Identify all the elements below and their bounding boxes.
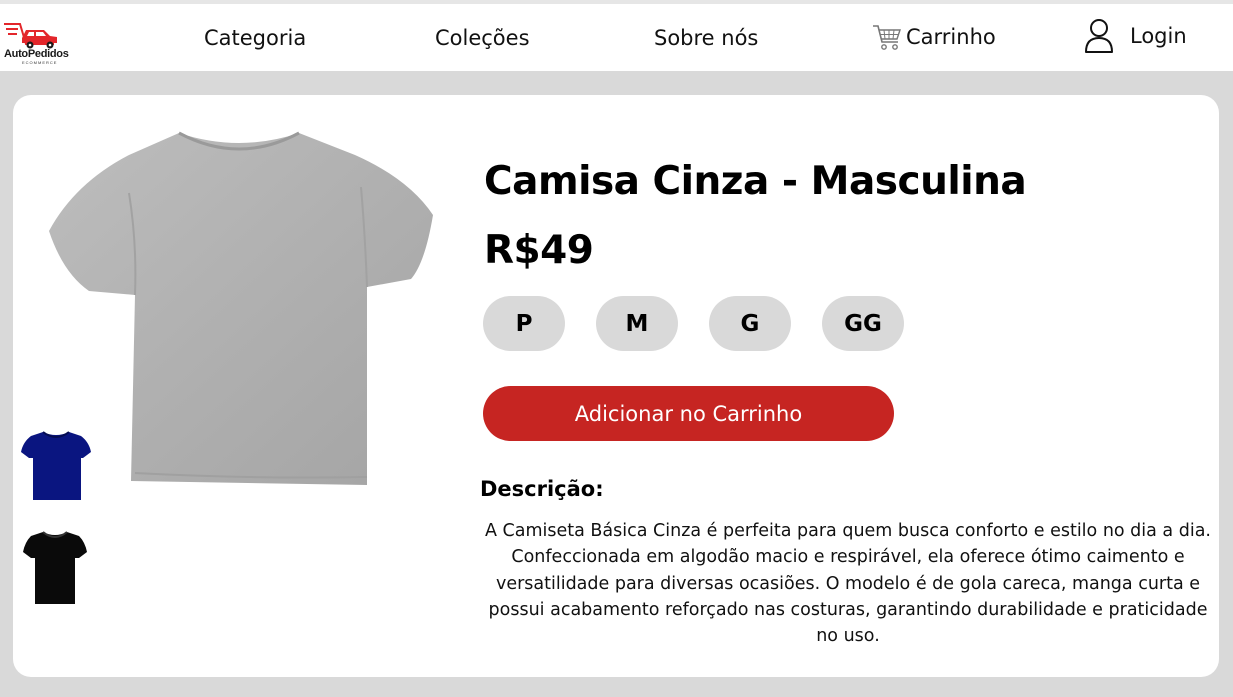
nav-sobre-link[interactable]: Sobre nós	[654, 26, 758, 50]
shopping-cart-icon	[873, 25, 901, 50]
black-tshirt-icon	[23, 531, 87, 604]
logo-tagline: ECOMMERCE	[22, 60, 58, 65]
size-gg-button[interactable]: GG	[822, 296, 904, 351]
nav-categoria-link[interactable]: Categoria	[204, 26, 306, 50]
add-to-cart-button[interactable]: Adicionar no Carrinho	[483, 386, 894, 441]
thumbnail-blue-tshirt[interactable]	[21, 428, 91, 504]
thumbnail-black-tshirt[interactable]	[23, 530, 93, 606]
nav-colecoes-link[interactable]: Coleções	[435, 26, 530, 50]
product-price: R$49	[484, 228, 594, 273]
nav-login-link[interactable]: Login	[1083, 18, 1187, 54]
product-title: Camisa Cinza - Masculina	[484, 159, 1027, 204]
user-icon	[1085, 19, 1113, 53]
gray-tshirt-icon	[49, 131, 433, 485]
size-g-button[interactable]: G	[709, 296, 791, 351]
description-text: A Camiseta Básica Cinza é perfeita para …	[485, 521, 1211, 647]
nav-login-label: Login	[1130, 24, 1187, 48]
logo-name: AutoPedidos	[4, 48, 69, 60]
nav-cart-link[interactable]: Carrinho	[872, 22, 996, 52]
description-heading: Descrição:	[480, 477, 604, 501]
size-p-button[interactable]: P	[483, 296, 565, 351]
size-m-button[interactable]: M	[596, 296, 678, 351]
blue-tshirt-icon	[21, 431, 91, 500]
site-header: AutoPedidos ECOMMERCE Categoria Coleções…	[0, 4, 1233, 71]
nav-cart-label: Carrinho	[906, 25, 996, 49]
product-card: Camisa Cinza - Masculina R$49 P M G GG A…	[13, 95, 1219, 677]
product-main-image	[49, 123, 441, 495]
